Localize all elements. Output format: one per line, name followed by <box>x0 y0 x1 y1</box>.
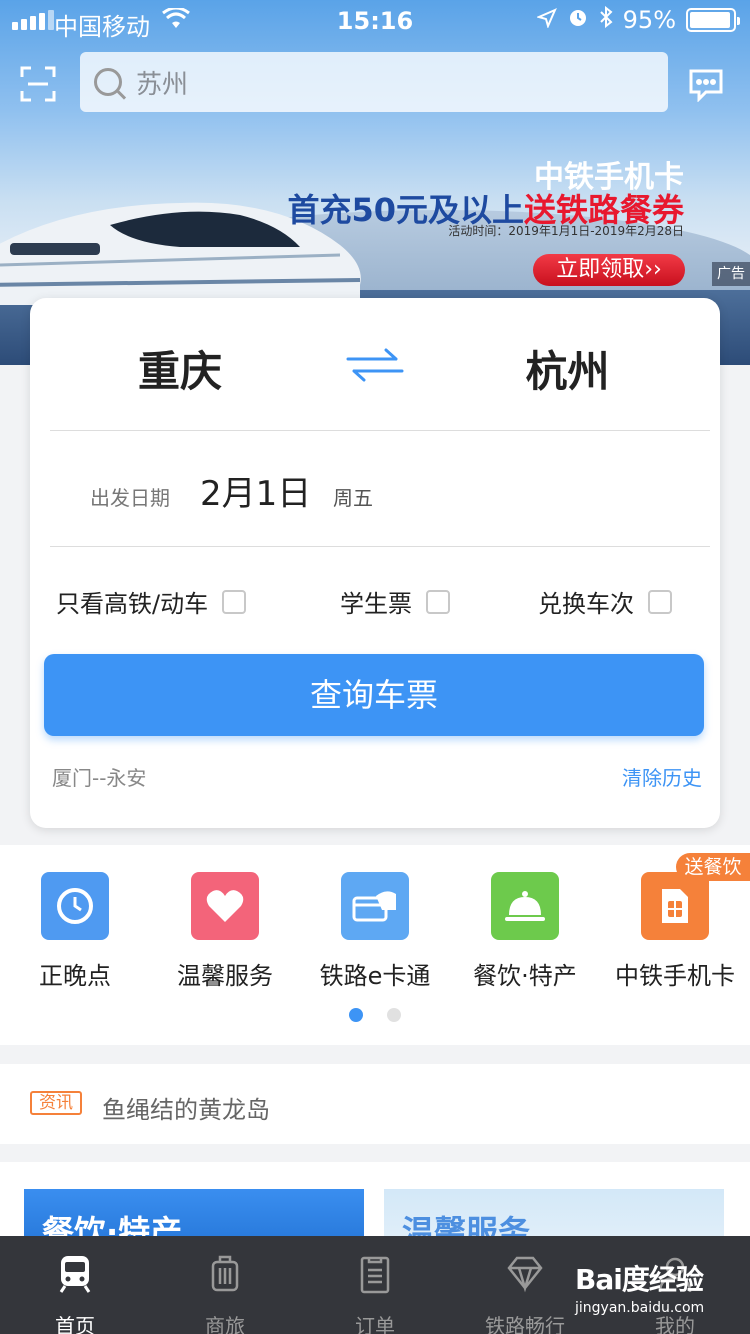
option-label: 学生票 <box>340 590 412 618</box>
service-food[interactable]: 餐饮·特产 <box>450 872 600 991</box>
diamond-icon <box>505 1254 545 1294</box>
watermark-url: jingyan.baidu.com <box>575 1300 705 1316</box>
battery-icon <box>686 8 740 32</box>
banner-cta-arrows: ›› <box>644 257 662 282</box>
scan-icon <box>20 66 56 102</box>
tab-label: 订单 <box>355 1314 395 1334</box>
page-indicator <box>0 1008 750 1022</box>
option-label: 只看高铁/动车 <box>56 590 209 618</box>
sim-card-icon <box>641 872 709 940</box>
service-label: 铁路e卡通 <box>319 962 431 990</box>
message-icon <box>689 69 723 103</box>
search-icon <box>94 68 122 96</box>
news-tag: 资讯 <box>30 1091 82 1115</box>
from-station[interactable]: 重庆 <box>90 338 270 399</box>
status-bar: 中国移动 15:16 95% <box>0 0 750 42</box>
location-arrow-icon <box>535 6 557 34</box>
search-placeholder: 苏州 <box>136 69 189 100</box>
service-label: 餐饮·特产 <box>473 962 577 990</box>
service-label: 温馨服务 <box>177 962 273 990</box>
luggage-icon <box>205 1254 245 1294</box>
services-grid: 正晚点 温馨服务 铁路e卡通 餐饮·特产 中铁手机卡 送餐饮 <box>0 845 750 1045</box>
service-label: 正晚点 <box>39 962 111 990</box>
to-station[interactable]: 杭州 <box>480 338 655 399</box>
clear-history-link[interactable]: 清除历史 <box>622 762 702 791</box>
promo-badge: 送餐饮 <box>676 853 750 881</box>
clipboard-icon <box>355 1254 395 1294</box>
date-label: 出发日期 <box>90 486 170 510</box>
swap-stations-icon[interactable] <box>346 348 404 382</box>
departure-weekday: 周五 <box>333 486 373 510</box>
banner-cta-label: 立即领取 <box>556 257 645 282</box>
baidu-jingyan-watermark: Bai度经验 jingyan.baidu.com <box>575 1258 750 1318</box>
card-icon <box>341 872 409 940</box>
tab-home[interactable]: 首页 <box>0 1236 150 1334</box>
clock-icon <box>41 872 109 940</box>
option-label: 兑换车次 <box>538 590 634 618</box>
divider <box>50 546 710 547</box>
search-input[interactable]: 苏州 <box>80 52 668 112</box>
tab-label: 首页 <box>55 1314 95 1334</box>
tab-label: 商旅 <box>205 1314 245 1334</box>
banner-cta-button[interactable]: 立即领取›› <box>533 254 685 286</box>
banner-period: 活动时间：2019年1月1日-2019年2月28日 <box>448 224 684 238</box>
news-headline[interactable]: 鱼绳结的黄龙岛 <box>102 1090 270 1125</box>
train-icon <box>55 1254 95 1294</box>
option-student-ticket[interactable]: 学生票 <box>340 584 450 619</box>
messages-button[interactable] <box>688 68 724 103</box>
service-bell-icon <box>491 872 559 940</box>
checkbox[interactable] <box>222 589 247 614</box>
alarm-icon <box>567 6 589 34</box>
service-e-card[interactable]: 铁路e卡通 <box>300 872 450 991</box>
option-exchange-train[interactable]: 兑换车次 <box>538 584 672 619</box>
heart-icon <box>191 872 259 940</box>
checkbox[interactable] <box>426 589 450 614</box>
service-on-time[interactable]: 正晚点 <box>0 872 150 991</box>
ad-tag: 广告 <box>712 262 750 286</box>
service-sim-card[interactable]: 中铁手机卡 <box>600 872 750 991</box>
query-tickets-button[interactable]: 查询车票 <box>44 654 704 736</box>
service-care[interactable]: 温馨服务 <box>150 872 300 991</box>
bluetooth-icon <box>599 5 613 34</box>
scan-button[interactable] <box>20 66 56 102</box>
tab-business[interactable]: 商旅 <box>150 1236 300 1334</box>
battery-percent: 95% <box>622 6 676 34</box>
page-dot[interactable] <box>387 1008 401 1022</box>
option-high-speed-only[interactable]: 只看高铁/动车 <box>56 584 247 619</box>
service-label: 中铁手机卡 <box>615 962 735 990</box>
divider <box>50 430 710 431</box>
page-dot-active[interactable] <box>349 1008 363 1022</box>
departure-date[interactable]: 2月1日 <box>200 466 311 515</box>
booking-card: 重庆 杭州 出发日期 2月1日 周五 只看高铁/动车 学生票 兑换车次 查询车票… <box>30 298 720 828</box>
history-item[interactable]: 厦门--永安 <box>52 762 146 791</box>
news-ticker[interactable]: 资讯 鱼绳结的黄龙岛 <box>0 1064 750 1144</box>
checkbox[interactable] <box>648 589 672 614</box>
tab-orders[interactable]: 订单 <box>300 1236 450 1334</box>
watermark-logo: Bai度经验 <box>575 1263 704 1296</box>
